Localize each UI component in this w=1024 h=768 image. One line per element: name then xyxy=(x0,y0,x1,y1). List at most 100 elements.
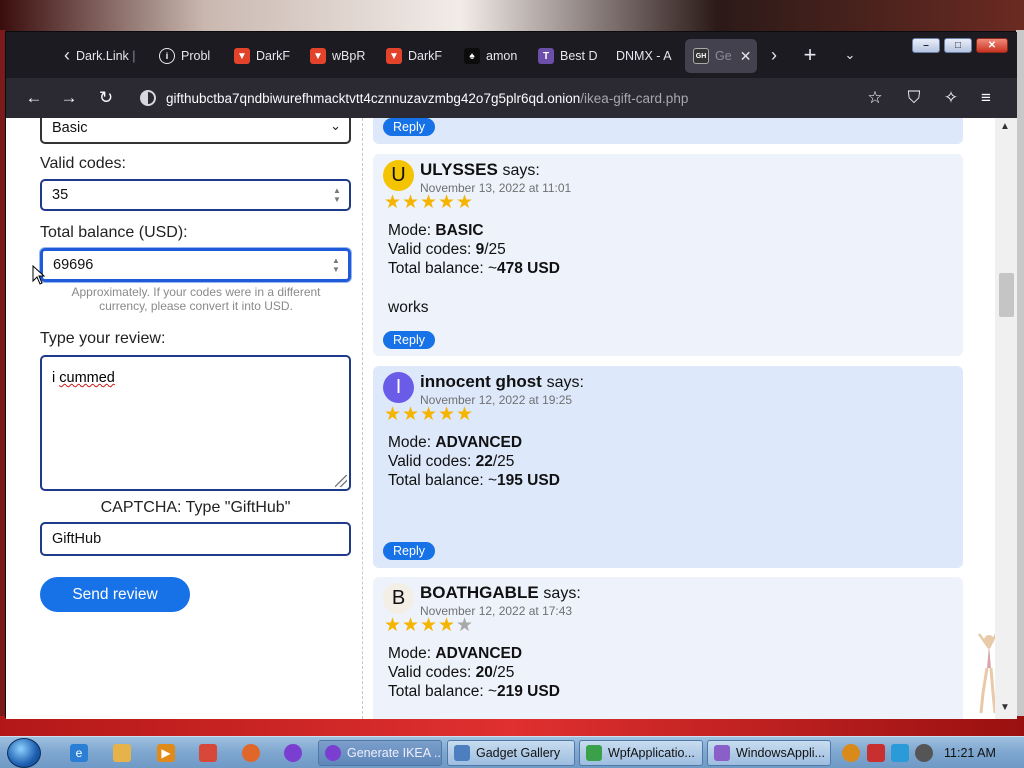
tab-label: Ge xyxy=(715,49,732,63)
task-windows-application[interactable]: WindowsAppli... xyxy=(707,740,831,766)
tab-best[interactable]: T Best D xyxy=(538,39,600,73)
gitlab-icon: ▼ xyxy=(386,48,402,64)
close-window-button[interactable]: ✕ xyxy=(976,38,1008,53)
reviewer-name: ULYSSES says: xyxy=(420,160,540,180)
new-tab-button[interactable]: + xyxy=(797,42,823,68)
tab-dnmx[interactable]: DNMX - A xyxy=(616,39,680,73)
maximize-button[interactable]: □ xyxy=(944,38,972,53)
reviewer-name: innocent ghost says: xyxy=(420,372,584,392)
gifthub-icon: GH xyxy=(693,48,709,64)
tab-label: DNMX - A xyxy=(616,49,672,63)
scrollbar-thumb[interactable] xyxy=(999,273,1014,317)
task-wpf-application[interactable]: WpfApplicatio... xyxy=(579,740,703,766)
tab-separator: | xyxy=(128,49,136,63)
star-filled-icon: ★ xyxy=(402,615,420,636)
task-label: WindowsAppli... xyxy=(736,746,825,760)
back-button[interactable]: ← xyxy=(22,86,46,110)
reviewer-name-text: BOATHGABLE xyxy=(420,583,539,602)
star-filled-icon: ★ xyxy=(438,404,456,425)
desktop-wallpaper xyxy=(0,0,1024,34)
scroll-up-icon[interactable]: ▲ xyxy=(1000,121,1010,132)
codes-total: /25 xyxy=(492,453,515,470)
magic-wand-icon[interactable]: ✧ xyxy=(939,86,963,110)
gitlab-icon: ▼ xyxy=(234,48,250,64)
avatar: I xyxy=(383,372,414,403)
valid-codes-input[interactable]: 35 ▲ ▼ xyxy=(40,179,351,211)
review-form: Basic ⌄ Valid codes: 35 ▲ ▼ Total balance… xyxy=(6,118,362,719)
mouse-cursor-icon xyxy=(32,265,46,285)
task-generate-ikea[interactable]: Generate IKEA ... xyxy=(318,740,442,766)
tab-dark-link[interactable]: Dark.Link | xyxy=(76,39,150,73)
review-mode: Mode: BASIC xyxy=(388,222,484,240)
tab-gitlab-2[interactable]: ▼ wBpR xyxy=(310,39,372,73)
tab-gitlab-3[interactable]: ▼ DarkF xyxy=(386,39,448,73)
codes-prefix: Valid codes: xyxy=(388,241,476,258)
folder-icon[interactable] xyxy=(113,744,131,762)
codes-value: 9 xyxy=(475,241,485,258)
mode-select[interactable]: Basic ⌄ xyxy=(40,118,351,144)
shield-icon[interactable]: ⛉ xyxy=(902,86,926,110)
review-label: Type your review: xyxy=(40,330,166,347)
codes-prefix: Valid codes: xyxy=(388,453,476,470)
mode-prefix: Mode: xyxy=(388,434,436,451)
number-stepper-icon[interactable]: ▲ ▼ xyxy=(330,256,342,274)
balance-value: 219 USD xyxy=(497,683,560,700)
list-tabs-button[interactable]: ⌄ xyxy=(837,42,863,68)
total-balance-input[interactable]: 69696 ▲ ▼ xyxy=(40,248,351,282)
tab-amon[interactable]: ♠ amon xyxy=(464,39,524,73)
mode-prefix: Mode: xyxy=(388,222,436,239)
star-filled-icon: ★ xyxy=(456,192,474,213)
tor-browser-icon[interactable] xyxy=(284,744,302,762)
tab-gitlab-1[interactable]: ▼ DarkF xyxy=(234,39,296,73)
search-tray-icon[interactable] xyxy=(842,744,860,762)
valid-codes-label: Valid codes: xyxy=(40,155,126,172)
network-tray-icon[interactable] xyxy=(891,744,909,762)
review-balance: Total balance: ~478 USD xyxy=(388,260,560,278)
url-bar[interactable]: gifthubctba7qndbiwurefhmacktvtt4cznnuzav… xyxy=(134,82,844,114)
reply-button[interactable]: Reply xyxy=(383,331,435,349)
menu-icon[interactable]: ≡ xyxy=(974,86,998,110)
reply-button[interactable]: Reply xyxy=(383,118,435,136)
tab-scroll-right-button[interactable]: › xyxy=(761,42,787,68)
codes-total: /25 xyxy=(484,241,506,258)
tab-problem[interactable]: i Probl xyxy=(159,39,219,73)
review-comment: works xyxy=(388,299,429,316)
tab-bar: ‹ Dark.Link | i Probl ▼ DarkF ▼ wBpR ▼ D… xyxy=(6,32,1017,78)
codes-total: /25 xyxy=(492,664,515,681)
total-balance-label: Total balance (USD): xyxy=(40,224,188,241)
codes-value: 22 xyxy=(475,453,493,470)
reply-button[interactable]: Reply xyxy=(383,542,435,560)
close-tab-icon[interactable]: ✕ xyxy=(740,48,752,65)
internet-explorer-icon[interactable]: e xyxy=(70,744,88,762)
taskbar: e ▶ Generate IKEA ... Gadget Gallery Wpf… xyxy=(0,736,1024,768)
start-button[interactable] xyxy=(7,738,41,768)
star-filled-icon: ★ xyxy=(420,404,438,425)
star-filled-icon: ★ xyxy=(384,192,402,213)
review-textarea[interactable]: i cummed xyxy=(40,355,351,491)
scroll-down-icon[interactable]: ▼ xyxy=(1000,702,1010,713)
star-empty-icon: ★ xyxy=(456,615,474,636)
gitlab-icon: ▼ xyxy=(310,48,326,64)
minimize-button[interactable]: – xyxy=(912,38,940,53)
number-stepper-icon[interactable]: ▲ ▼ xyxy=(331,186,343,204)
url-host: gifthubctba7qndbiwurefhmacktvtt4cznnuzav… xyxy=(166,90,581,106)
flag-tray-icon[interactable] xyxy=(867,744,885,762)
valid-codes-value: 35 xyxy=(52,187,69,203)
send-review-button[interactable]: Send review xyxy=(40,577,190,612)
volume-tray-icon[interactable] xyxy=(915,744,933,762)
resize-handle-icon[interactable] xyxy=(335,475,347,487)
scrollbar[interactable]: ▲ ▼ xyxy=(995,118,1017,719)
forward-button[interactable]: → xyxy=(57,86,81,110)
captcha-input[interactable]: GiftHub xyxy=(40,522,351,556)
tab-gifthub-active[interactable]: GH Ge ✕ xyxy=(685,39,757,73)
media-player-icon[interactable]: ▶ xyxy=(157,744,175,762)
tab-label: DarkF xyxy=(256,49,291,63)
firefox-icon[interactable] xyxy=(242,744,260,762)
star-rating: ★ ★ ★ ★ ★ xyxy=(384,192,474,213)
bookmark-star-icon[interactable]: ☆ xyxy=(863,86,887,110)
task-gadget-gallery[interactable]: Gadget Gallery xyxy=(447,740,575,766)
app-icon[interactable] xyxy=(199,744,217,762)
tab-label: Dark.Link xyxy=(76,49,129,63)
reload-button[interactable]: ↻ xyxy=(94,86,118,110)
visual-studio-icon xyxy=(714,745,730,761)
